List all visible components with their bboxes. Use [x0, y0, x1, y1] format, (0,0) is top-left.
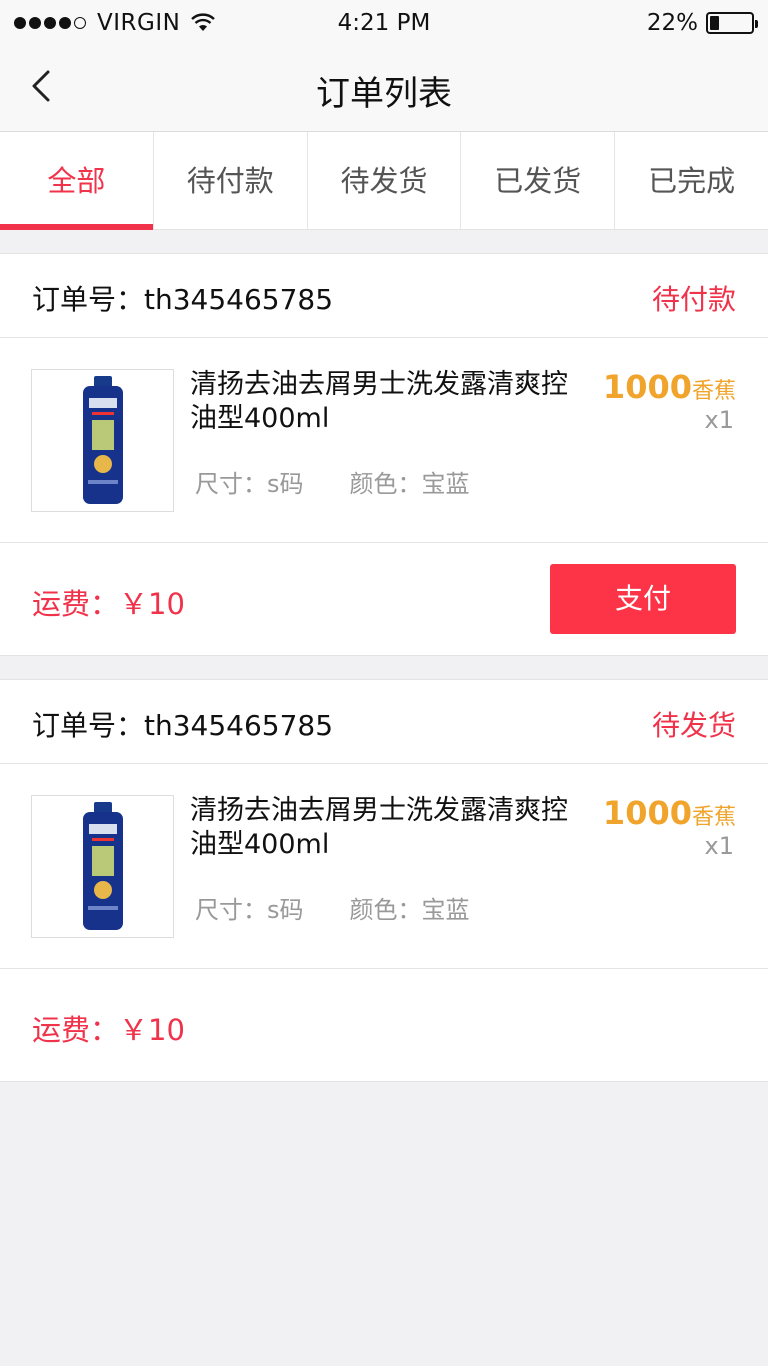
product-price: 1000香蕉 [603, 368, 736, 406]
nav-bar: 订单列表 [0, 48, 768, 132]
order-tabs: 全部 待付款 待发货 已发货 已完成 [0, 132, 768, 230]
tab-completed[interactable]: 已完成 [615, 132, 768, 229]
status-right: 22% [646, 10, 758, 36]
active-tab-indicator [0, 224, 153, 230]
price-unit: 香蕉 [691, 805, 736, 830]
tab-all[interactable]: 全部 [0, 132, 154, 230]
status-bar: VIRGIN 4:21 PM 22% [0, 0, 768, 48]
tab-shipped[interactable]: 已发货 [461, 132, 616, 229]
pay-button[interactable]: 支付 [550, 564, 736, 634]
product-name: 清扬去油去屑男士洗发露清爽控油型400ml [190, 795, 568, 860]
product-attributes: 尺寸：s码 颜色：宝蓝 [195, 890, 516, 925]
tab-label: 待发货 [340, 164, 428, 198]
order-footer: 运费：￥10 支付 [0, 543, 768, 655]
price-value: 1000 [602, 794, 692, 832]
product-image [31, 369, 174, 512]
tab-label: 待付款 [186, 164, 274, 198]
order-card: 订单号：th345465785 待发货 清扬去油去屑男士洗发露清爽控油型400m… [0, 679, 768, 1082]
order-product[interactable]: 清扬去油去屑男士洗发露清爽控油型400ml 尺寸：s码 颜色：宝蓝 1000香蕉… [0, 338, 768, 543]
battery-percent: 22% [646, 10, 698, 36]
product-size: 尺寸：s码 [195, 470, 304, 498]
product-quantity: x1 [704, 832, 734, 860]
tab-label: 已发货 [494, 164, 582, 198]
order-card: 订单号：th345465785 待付款 清扬去油去屑男士洗发露清爽控油型400m… [0, 253, 768, 656]
product-image [31, 795, 174, 938]
price-value: 1000 [602, 368, 692, 406]
product-color: 颜色：宝蓝 [349, 896, 470, 924]
order-footer: 运费：￥10 [0, 969, 768, 1081]
shipping-fee: 运费：￥10 [32, 587, 185, 621]
order-header: 订单号：th345465785 待发货 [0, 680, 768, 764]
tab-pending-shipment[interactable]: 待发货 [308, 132, 462, 229]
order-header: 订单号：th345465785 待付款 [0, 254, 768, 338]
tab-label: 已完成 [648, 164, 736, 198]
order-status: 待付款 [651, 283, 736, 316]
price-unit: 香蕉 [691, 379, 736, 404]
tab-pending-payment[interactable]: 待付款 [154, 132, 308, 229]
order-number: 订单号：th345465785 [32, 283, 334, 316]
product-size: 尺寸：s码 [195, 896, 304, 924]
battery-icon [706, 12, 758, 34]
product-attributes: 尺寸：s码 颜色：宝蓝 [195, 464, 516, 499]
order-status: 待发货 [651, 709, 736, 742]
product-quantity: x1 [704, 406, 734, 434]
order-number: 订单号：th345465785 [32, 709, 334, 742]
product-color: 颜色：宝蓝 [349, 470, 470, 498]
product-name: 清扬去油去屑男士洗发露清爽控油型400ml [190, 369, 568, 434]
order-product[interactable]: 清扬去油去屑男士洗发露清爽控油型400ml 尺寸：s码 颜色：宝蓝 1000香蕉… [0, 764, 768, 969]
page-title: 订单列表 [316, 74, 452, 114]
product-price: 1000香蕉 [603, 794, 736, 832]
shipping-fee: 运费：￥10 [32, 1013, 185, 1047]
tab-label: 全部 [47, 164, 106, 198]
